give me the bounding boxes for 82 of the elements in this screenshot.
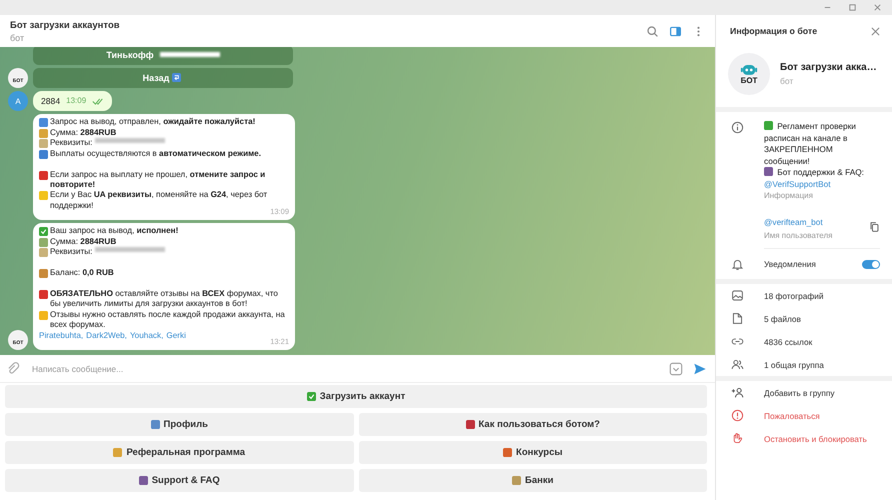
media-item[interactable]: 5 файлов bbox=[716, 307, 892, 330]
forum-link[interactable]: Piratebuhta, bbox=[39, 330, 84, 341]
sidebar-toggle-icon[interactable] bbox=[669, 24, 682, 38]
media-item[interactable]: 4836 ссылок bbox=[716, 330, 892, 353]
user-avatar: A bbox=[8, 91, 28, 112]
emoji-icon bbox=[113, 448, 122, 457]
close-window-icon[interactable] bbox=[873, 3, 882, 12]
send-icon[interactable] bbox=[693, 362, 707, 376]
panel-title: Информация о боте bbox=[730, 26, 818, 36]
file-icon bbox=[731, 312, 744, 325]
people-icon bbox=[731, 358, 744, 371]
field-label: Информация bbox=[764, 191, 814, 200]
emoji-icon bbox=[764, 121, 773, 130]
search-icon[interactable] bbox=[646, 24, 659, 38]
emoji-icon bbox=[39, 268, 48, 278]
message-line: ОБЯЗАТЕЛЬНО оставляйте отзывы на ВСЕХ форумах, что бы увеличить лимиты для загрузки аккаунтов в бот! bbox=[50, 288, 279, 310]
message-line: Реквизиты: bbox=[50, 246, 92, 258]
keyboard-button[interactable]: Профиль bbox=[5, 413, 354, 436]
keyboard-button[interactable]: Реферальная программа bbox=[5, 441, 354, 464]
bell-icon bbox=[731, 258, 744, 270]
message-line: Запрос на вывод, отправлен, ожидайте пожалуйста! bbox=[50, 117, 256, 128]
warning-icon bbox=[731, 409, 744, 422]
bot-description: Регламент проверки расписан на канале в ЗАКРЕПЛЕННОМ сообщении! Бот поддержки & FAQ: @VerifSupportBot bbox=[764, 121, 865, 190]
keyboard-button[interactable]: Загрузить аккаунт bbox=[5, 385, 707, 408]
field-label: Имя пользователя bbox=[764, 231, 832, 240]
chat-title: Бот загрузки аккаунтов bbox=[10, 20, 120, 30]
bot-name: Бот загрузки акка… bbox=[780, 62, 877, 73]
action-item[interactable]: Пожаловаться bbox=[716, 404, 892, 427]
emoji-icon bbox=[503, 448, 512, 457]
forum-link[interactable]: Dark2Web, bbox=[86, 330, 127, 341]
emoji-icon bbox=[306, 392, 316, 401]
return-arrow-icon bbox=[172, 73, 182, 82]
support-bot-link[interactable]: @VerifSupportBot bbox=[764, 178, 831, 188]
message-line: Сумма: 2884RUB bbox=[50, 236, 116, 247]
emoji-icon bbox=[512, 476, 522, 485]
message-text: 2884 bbox=[41, 96, 60, 106]
notifications-toggle[interactable] bbox=[862, 260, 880, 268]
message-line: Ваш запрос на вывод, исполнен! bbox=[50, 226, 178, 237]
media-item[interactable]: 18 фотографий bbox=[716, 284, 892, 307]
copy-icon[interactable] bbox=[869, 220, 880, 232]
keyboard-button[interactable]: Как пользоваться ботом? bbox=[358, 413, 707, 436]
message-line: Реквизиты: bbox=[50, 138, 92, 149]
emoji-icon bbox=[150, 420, 160, 429]
inline-button[interactable]: Назад bbox=[33, 68, 293, 88]
emoji-icon bbox=[39, 310, 48, 320]
message-line: Баланс: 0,0 RUB bbox=[50, 268, 114, 278]
message-time: 13:09 bbox=[66, 96, 86, 106]
close-icon[interactable] bbox=[871, 26, 880, 36]
emoji-icon bbox=[39, 170, 48, 180]
keyboard-button[interactable]: Support & FAQ bbox=[5, 469, 354, 492]
notifications-label: Уведомления bbox=[764, 259, 817, 269]
attach-icon[interactable] bbox=[6, 362, 20, 376]
add-person-icon bbox=[731, 386, 744, 399]
keyboard-toggle-icon[interactable] bbox=[669, 362, 683, 376]
message-line: Выплаты осуществляются в автоматическом режиме. bbox=[50, 148, 262, 159]
hand-icon bbox=[731, 432, 744, 445]
avatar-label: БОТ bbox=[740, 76, 758, 85]
forum-link[interactable]: Gerki bbox=[166, 330, 186, 341]
message-line: Сумма: 2884RUB bbox=[50, 128, 116, 138]
bot-subtitle: бот bbox=[780, 76, 794, 86]
maximize-icon[interactable] bbox=[848, 3, 857, 12]
message-line: Если запрос на выплату не прошел, отмените запрос и повторите! bbox=[50, 170, 266, 190]
info-icon bbox=[731, 121, 744, 134]
action-item[interactable]: Добавить в группу bbox=[716, 381, 892, 404]
emoji-icon bbox=[466, 420, 474, 429]
chat-subtitle: бот bbox=[10, 32, 26, 42]
message-line: Отзывы нужно оставлять после каждой продажи аккаунта, на всех форумах. bbox=[50, 310, 286, 331]
keyboard-button[interactable]: Конкурсы bbox=[358, 441, 707, 464]
keyboard-button[interactable]: Банки bbox=[358, 469, 707, 492]
redacted-text bbox=[160, 52, 220, 58]
emoji-icon bbox=[39, 290, 48, 299]
inline-button[interactable]: Тинькофф bbox=[33, 47, 293, 65]
forum-link[interactable]: Youhack, bbox=[130, 330, 164, 341]
username-link[interactable]: @verifteam_bot bbox=[764, 217, 823, 227]
robot-icon bbox=[740, 63, 758, 76]
media-item[interactable]: 1 общая группа bbox=[716, 353, 892, 376]
emoji-icon bbox=[39, 191, 48, 200]
emoji-icon bbox=[138, 476, 148, 485]
image-icon bbox=[731, 289, 744, 302]
action-item[interactable]: Остановить и блокировать bbox=[716, 427, 892, 450]
emoji-icon bbox=[764, 167, 773, 176]
emoji-icon bbox=[39, 227, 48, 236]
